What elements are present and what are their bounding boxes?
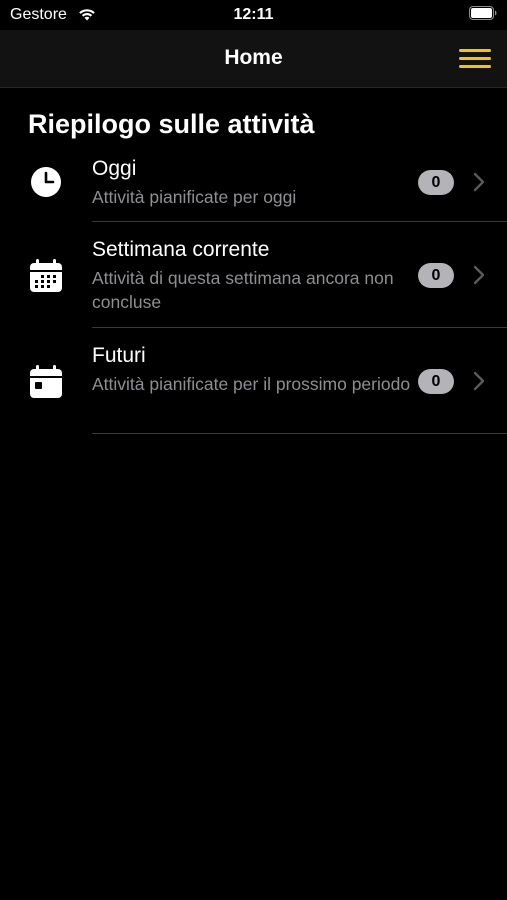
row-subtitle: Attività pianificate per oggi [92, 187, 297, 207]
clock-icon [31, 167, 61, 197]
calendar-week-icon [30, 259, 62, 292]
hamburger-menu-icon-line [459, 49, 491, 52]
battery-icon [469, 6, 497, 20]
row-title: Oggi [92, 157, 137, 180]
row-divider [92, 433, 507, 434]
hamburger-menu-icon-line [459, 65, 491, 68]
chevron-right-icon [473, 172, 485, 192]
menu-button[interactable] [459, 47, 493, 71]
count-badge: 0 [418, 263, 454, 288]
chevron-right-icon [473, 265, 485, 285]
row-title: Settimana corrente [92, 238, 270, 261]
row-subtitle: Attività di questa settimana ancora non … [92, 268, 394, 312]
count-badge: 0 [418, 369, 454, 394]
section-title: Riepilogo sulle attività [28, 109, 315, 139]
page-title: Home [224, 46, 283, 69]
navigation-bar: Home [0, 30, 507, 88]
list-item-settimana-corrente[interactable]: Settimana corrente Attività di questa se… [0, 222, 507, 328]
row-subtitle: Attività pianificate per il prossimo per… [92, 374, 411, 394]
hamburger-menu-icon-line [459, 57, 491, 60]
list-item-oggi[interactable]: Oggi Attività pianificate per oggi 0 [0, 152, 507, 222]
status-time: 12:11 [233, 6, 274, 23]
count-badge: 0 [418, 170, 454, 195]
list-item-futuri[interactable]: Futuri Attività pianificate per il pross… [0, 328, 507, 434]
row-title: Futuri [92, 344, 146, 367]
chevron-right-icon [473, 371, 485, 391]
calendar-day-icon [30, 365, 62, 398]
status-bar: Gestore 12:11 [0, 0, 507, 30]
